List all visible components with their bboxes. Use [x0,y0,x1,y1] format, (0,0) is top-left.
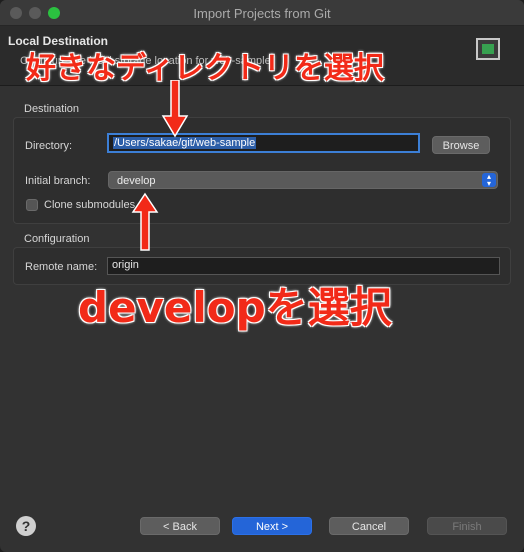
configuration-group-label: Configuration [24,233,90,245]
directory-label: Directory: [25,140,73,152]
destination-group-label: Destination [24,103,80,115]
git-wizard-icon [476,38,500,60]
help-icon[interactable]: ? [16,516,36,536]
initial-branch-label: Initial branch: [25,175,91,187]
remote-name-input[interactable]: origin [107,257,500,275]
initial-branch-select[interactable]: develop ▴ ▾ [108,171,498,189]
browse-button[interactable]: Browse [432,136,490,154]
next-button[interactable]: Next > [232,517,312,535]
annotation-top-text: 好きなディレクトリを選択 [26,51,384,86]
title-bar: Import Projects from Git [0,0,524,26]
back-button[interactable]: < Back [140,517,220,535]
directory-value: /Users/sakae/git/web-sample [113,137,257,149]
window-title: Import Projects from Git [193,6,331,21]
clone-submodules-label: Clone submodules [44,199,136,211]
remote-name-label: Remote name: [25,261,98,273]
annotation-arrow-down-icon [161,80,189,138]
annotation-mid-text: developを選択 [78,283,392,332]
initial-branch-value: develop [117,175,156,187]
remote-name-value: origin [112,259,139,271]
annotation-arrow-up-icon [131,192,159,251]
import-dialog: Import Projects from Git Local Destinati… [0,0,524,552]
chevron-updown-icon: ▴ ▾ [482,173,496,188]
finish-button[interactable]: Finish [427,517,507,535]
cancel-button[interactable]: Cancel [329,517,409,535]
clone-submodules-checkbox[interactable] [26,199,38,211]
directory-input[interactable]: /Users/sakae/git/web-sample [107,133,420,153]
